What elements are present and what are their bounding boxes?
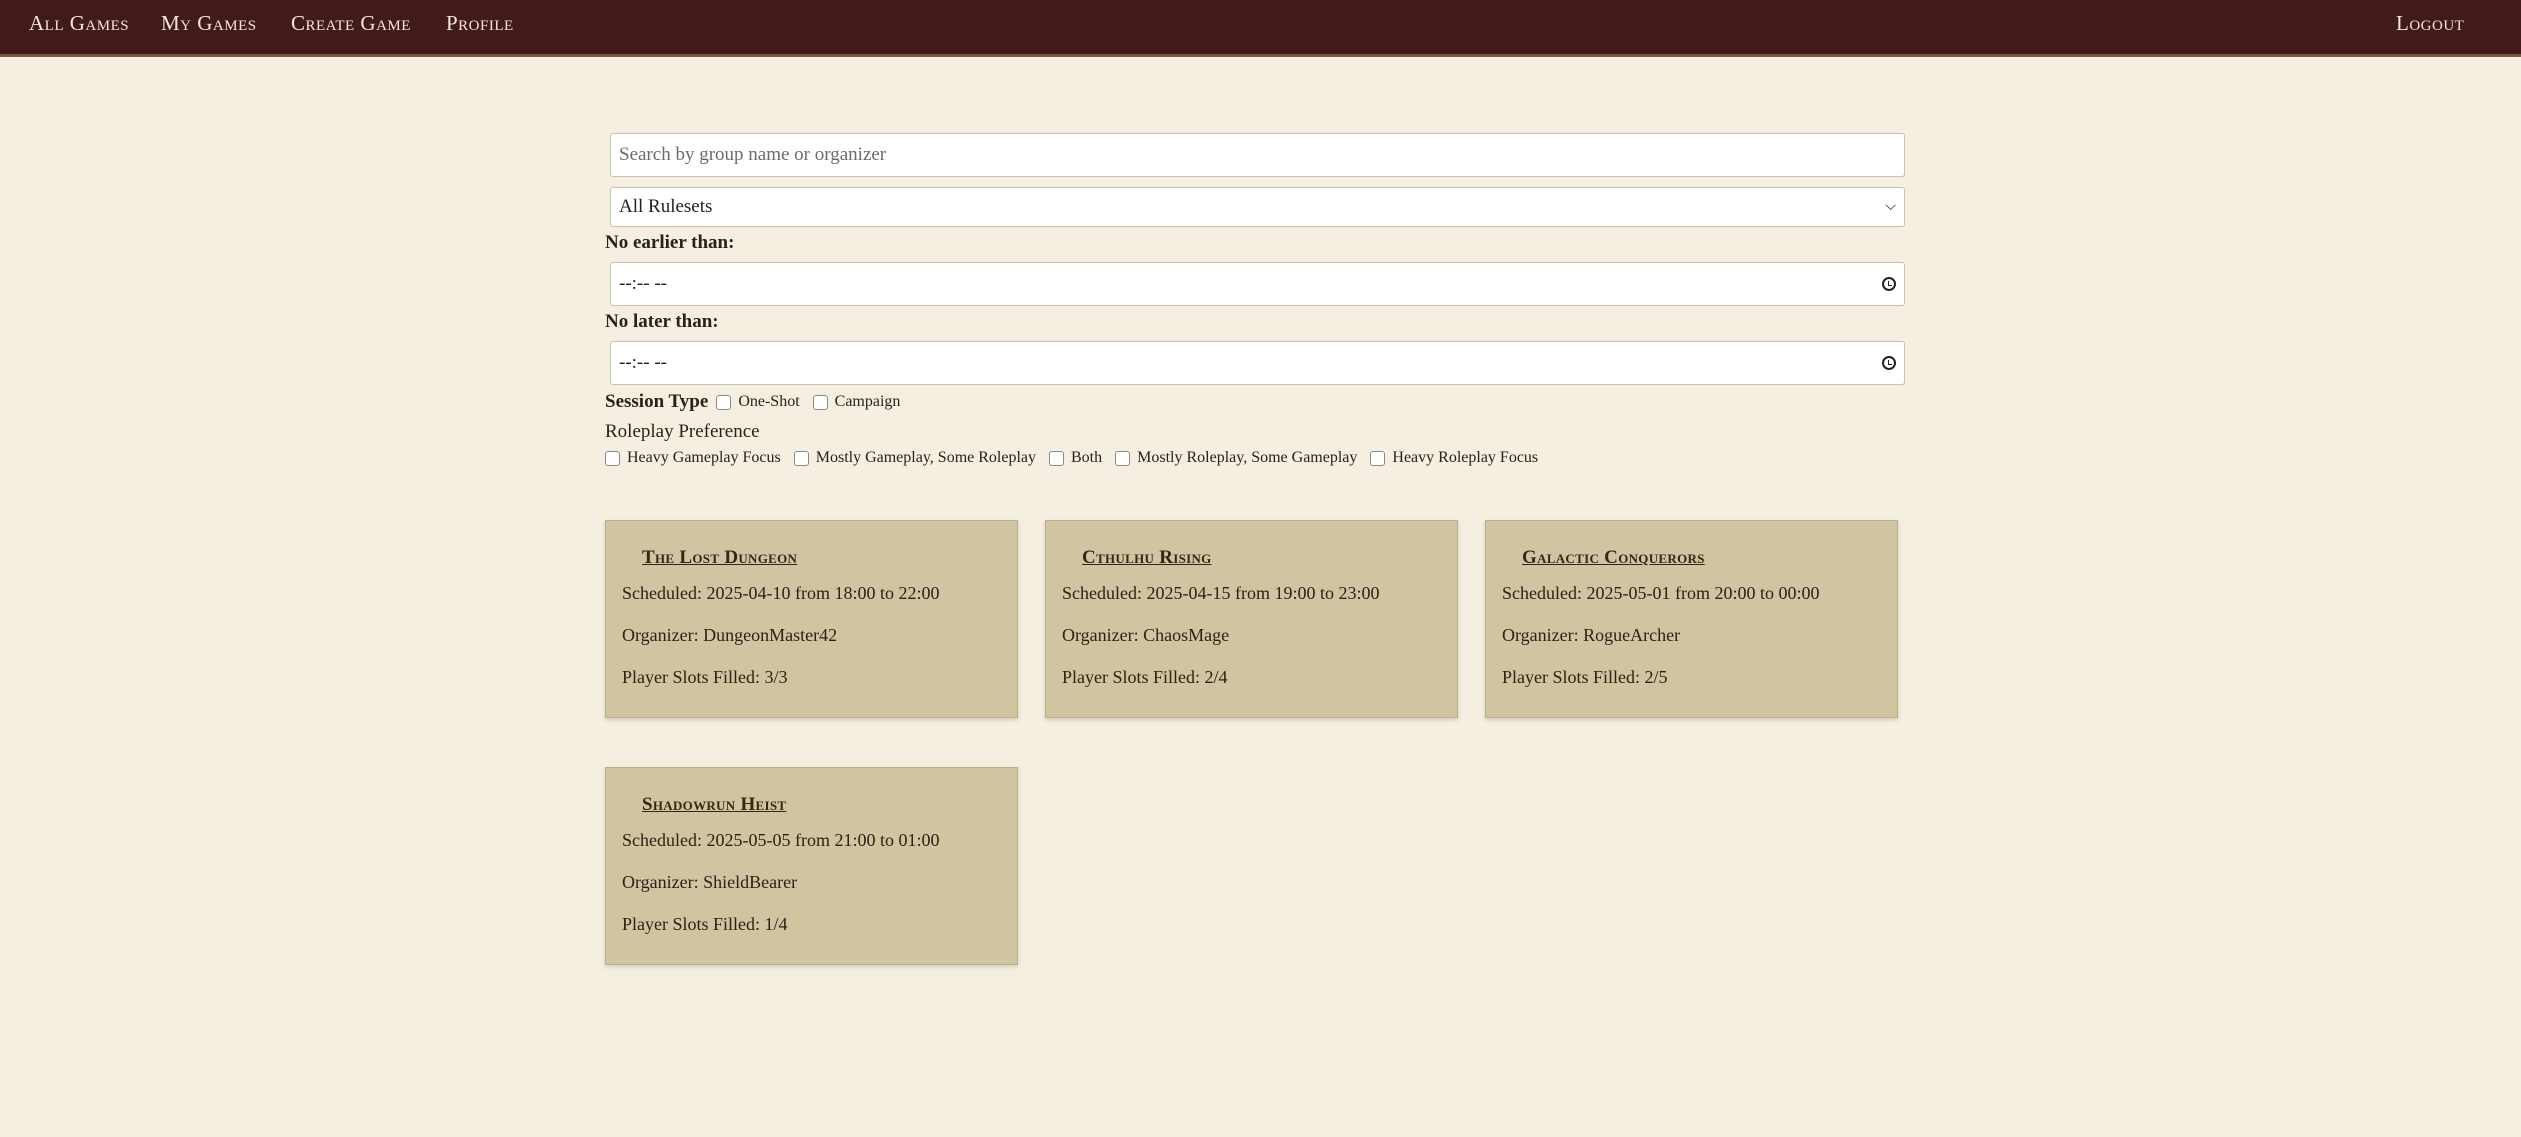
checkbox-mostly-gameplay[interactable] bbox=[793, 450, 809, 466]
game-title-link[interactable]: The Lost Dungeon bbox=[642, 547, 797, 569]
ruleset-selected-value: All Rulesets bbox=[619, 196, 713, 217]
game-title-link[interactable]: Cthulhu Rising bbox=[1082, 547, 1212, 569]
heavy-gameplay-label: Heavy Gameplay Focus bbox=[627, 449, 781, 466]
roleplay-preference-label: Roleplay Preference bbox=[605, 421, 760, 442]
game-slots: Player Slots Filled: 2/4 bbox=[1062, 667, 1228, 687]
heavy-roleplay-label: Heavy Roleplay Focus bbox=[1392, 449, 1539, 466]
nav-logout[interactable]: Logout bbox=[2396, 11, 2464, 36]
session-type-group: Session Type One-Shot Campaign bbox=[605, 391, 913, 413]
game-card[interactable]: Shadowrun Heist Scheduled: 2025-05-05 fr… bbox=[605, 767, 1018, 965]
game-scheduled: Scheduled: 2025-04-10 from 18:00 to 22:0… bbox=[622, 583, 940, 603]
game-card[interactable]: Cthulhu Rising Scheduled: 2025-04-15 fro… bbox=[1045, 520, 1458, 718]
campaign-label: Campaign bbox=[834, 393, 901, 410]
no-earlier-label: No earlier than: bbox=[605, 232, 735, 253]
ruleset-select[interactable]: All Rulesets ⌵ bbox=[610, 187, 1905, 227]
no-later-value: --:-- -- bbox=[619, 352, 667, 373]
checkbox-one-shot[interactable] bbox=[716, 394, 732, 410]
game-organizer: Organizer: RogueArcher bbox=[1502, 625, 1681, 645]
both-label: Both bbox=[1071, 449, 1103, 466]
search-input[interactable]: Search by group name or organizer bbox=[610, 133, 1905, 177]
nav-my-games[interactable]: My Games bbox=[161, 11, 257, 36]
no-earlier-time-input[interactable]: --:-- -- bbox=[610, 262, 1905, 306]
chevron-down-icon: ⌵ bbox=[1885, 199, 1896, 214]
top-nav: All Games My Games Create Game Profile L… bbox=[0, 0, 2521, 57]
no-earlier-value: --:-- -- bbox=[619, 273, 667, 294]
checkbox-heavy-gameplay[interactable] bbox=[605, 450, 620, 466]
game-scheduled: Scheduled: 2025-05-05 from 21:00 to 01:0… bbox=[622, 830, 940, 850]
search-placeholder: Search by group name or organizer bbox=[619, 144, 887, 165]
game-scheduled: Scheduled: 2025-05-01 from 20:00 to 00:0… bbox=[1502, 583, 1820, 603]
clock-icon[interactable] bbox=[1882, 277, 1896, 291]
nav-all-games[interactable]: All Games bbox=[29, 11, 129, 36]
nav-profile[interactable]: Profile bbox=[446, 11, 514, 36]
session-type-label: Session Type bbox=[605, 391, 709, 412]
game-card[interactable]: Galactic Conquerors Scheduled: 2025-05-0… bbox=[1485, 520, 1898, 718]
game-slots: Player Slots Filled: 3/3 bbox=[622, 667, 788, 687]
game-organizer: Organizer: ShieldBearer bbox=[622, 872, 798, 892]
game-scheduled: Scheduled: 2025-04-15 from 19:00 to 23:0… bbox=[1062, 583, 1380, 603]
roleplay-preference-group: Heavy Gameplay Focus Mostly Gameplay, So… bbox=[605, 449, 1551, 467]
nav-create-game[interactable]: Create Game bbox=[291, 11, 411, 36]
mostly-gameplay-label: Mostly Gameplay, Some Roleplay bbox=[815, 449, 1036, 466]
checkbox-both[interactable] bbox=[1049, 450, 1064, 466]
clock-icon[interactable] bbox=[1882, 356, 1896, 370]
one-shot-label: One-Shot bbox=[738, 393, 800, 410]
game-slots: Player Slots Filled: 1/4 bbox=[622, 914, 788, 934]
game-slots: Player Slots Filled: 2/5 bbox=[1502, 667, 1668, 687]
game-title-link[interactable]: Galactic Conquerors bbox=[1522, 547, 1705, 569]
no-later-time-input[interactable]: --:-- -- bbox=[610, 341, 1905, 385]
game-organizer: Organizer: DungeonMaster42 bbox=[622, 625, 838, 645]
no-later-label: No later than: bbox=[605, 311, 719, 332]
checkbox-heavy-roleplay[interactable] bbox=[1370, 450, 1386, 466]
checkbox-mostly-roleplay[interactable] bbox=[1115, 450, 1131, 466]
game-card[interactable]: The Lost Dungeon Scheduled: 2025-04-10 f… bbox=[605, 520, 1018, 718]
mostly-roleplay-label: Mostly Roleplay, Some Gameplay bbox=[1137, 449, 1358, 466]
game-organizer: Organizer: ChaosMage bbox=[1062, 625, 1230, 645]
checkbox-campaign[interactable] bbox=[812, 394, 828, 410]
game-title-link[interactable]: Shadowrun Heist bbox=[642, 794, 786, 816]
